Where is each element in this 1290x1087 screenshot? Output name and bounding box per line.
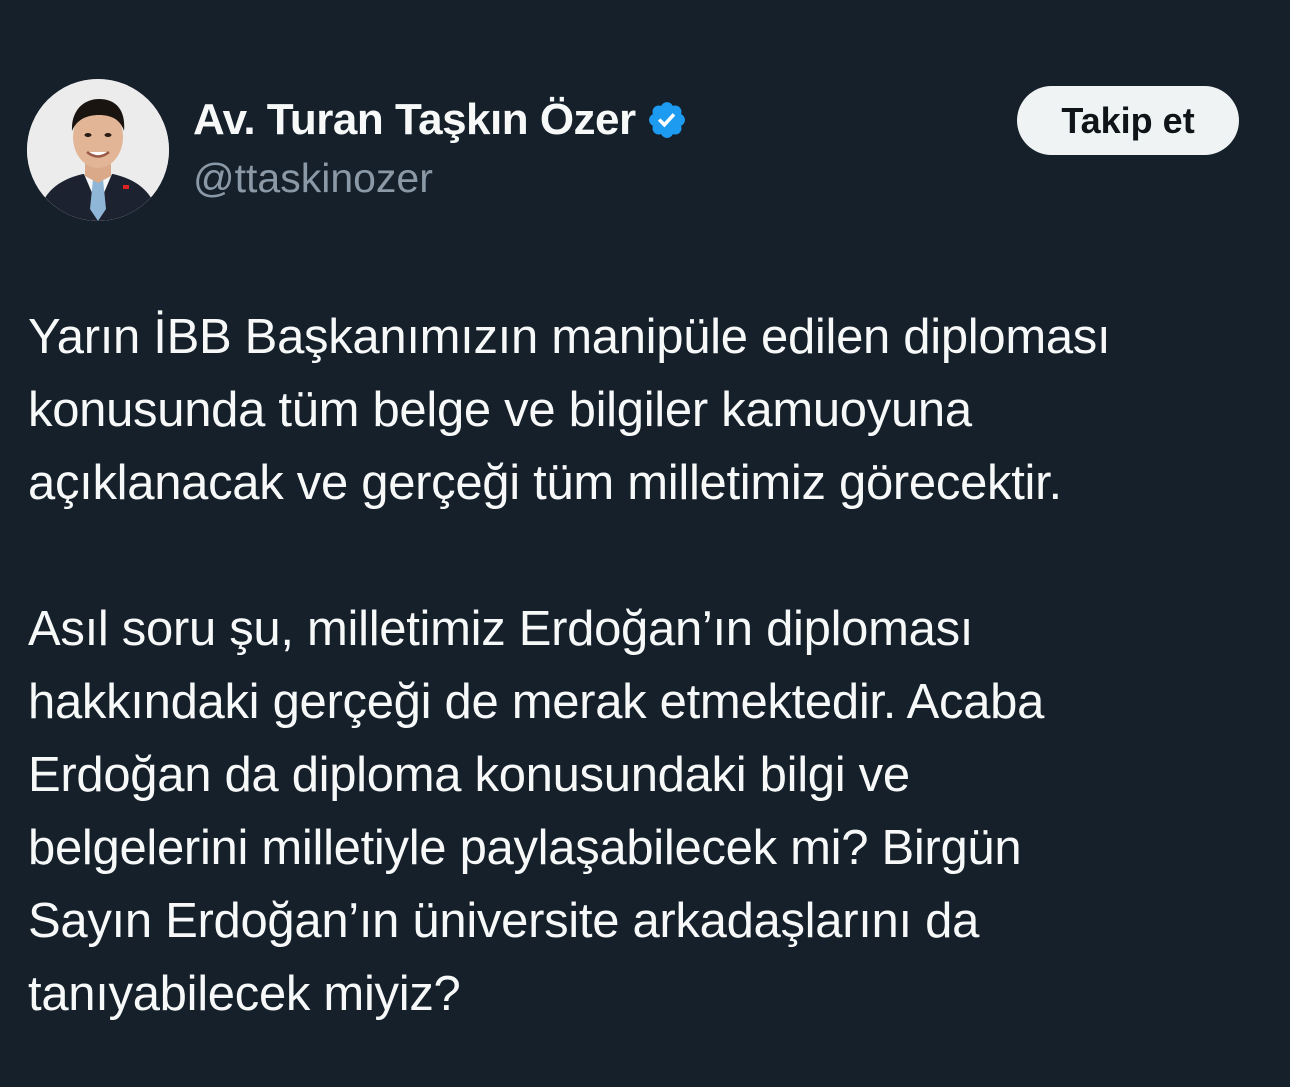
- tweet-text-line: Yarın İBB Başkanımızın manipüle edilen d…: [28, 310, 1111, 364]
- author-handle[interactable]: @ttaskinozer: [193, 155, 433, 202]
- tweet-text: Yarın İBB Başkanımızın manipüle edilen d…: [28, 301, 1268, 1031]
- tweet-text-line: Asıl soru şu, milletimiz Erdoğan’ın dipl…: [28, 602, 974, 656]
- tweet-paragraph-1: Yarın İBB Başkanımızın manipüle edilen d…: [28, 301, 1268, 520]
- follow-button[interactable]: Takip et: [1017, 86, 1239, 155]
- tweet-text-line: Sayın Erdoğan’ın üniversite arkadaşların…: [28, 894, 980, 948]
- tweet-text-line: hakkındaki gerçeği de merak etmektedir. …: [28, 675, 1045, 729]
- tweet-card: Av. Turan Taşkın Özer @ttaskinozer Takip…: [0, 0, 1290, 1087]
- tweet-text-line: Erdoğan da diploma konusundaki bilgi ve: [28, 748, 910, 802]
- tweet-text-line: tanıyabilecek miyiz?: [28, 967, 461, 1021]
- avatar-portrait-image: [27, 79, 169, 221]
- tweet-text-line: belgelerini milletiyle paylaşabilecek mi…: [28, 821, 1022, 875]
- verified-badge-icon[interactable]: [646, 99, 688, 141]
- author-name-row: Av. Turan Taşkın Özer: [193, 92, 688, 148]
- author-display-name[interactable]: Av. Turan Taşkın Özer: [193, 95, 636, 145]
- tweet-text-line: açıklanacak ve gerçeği tüm milletimiz gö…: [28, 456, 1062, 510]
- avatar[interactable]: [27, 79, 169, 221]
- tweet-paragraph-2: Asıl soru şu, milletimiz Erdoğan’ın dipl…: [28, 593, 1268, 1031]
- tweet-text-line: konusunda tüm belge ve bilgiler kamuoyun…: [28, 383, 972, 437]
